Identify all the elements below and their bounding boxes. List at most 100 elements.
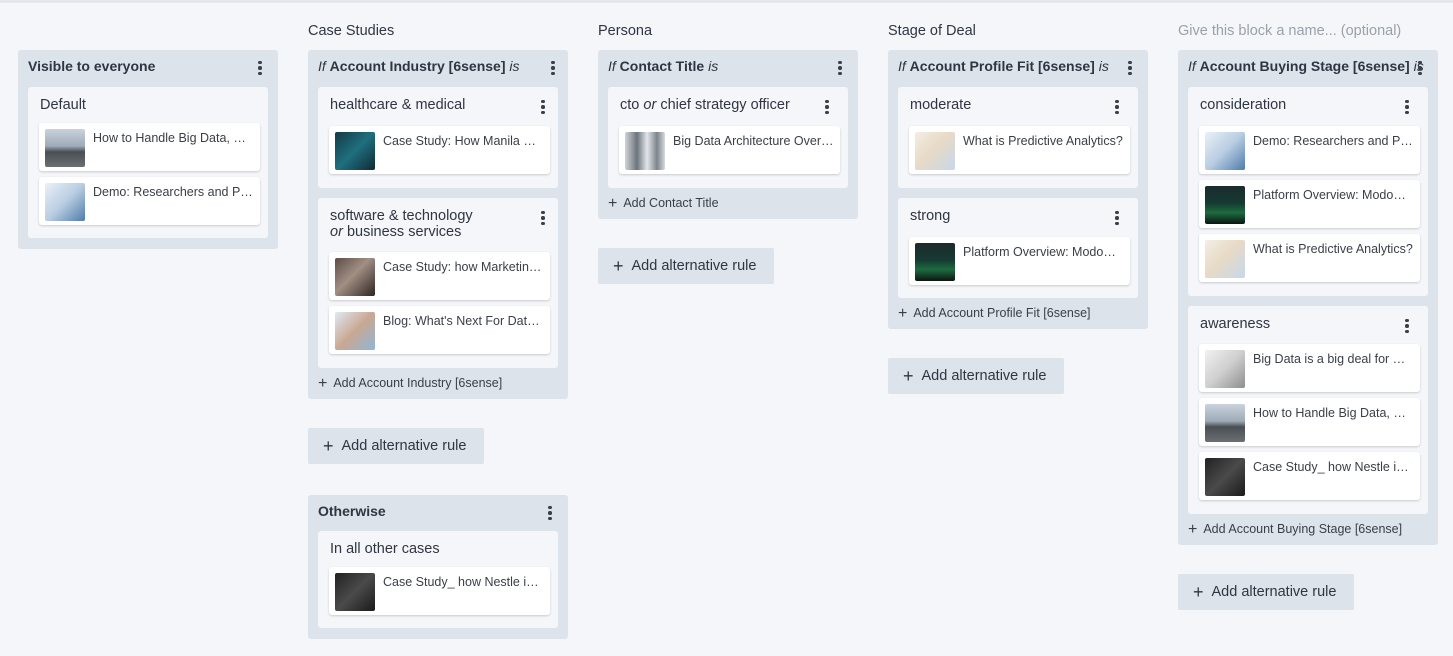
- rule-group-software: software & technology or business servic…: [318, 198, 558, 368]
- button-label: Add alternative rule: [341, 438, 467, 454]
- card-title: What is Predictive Analytics?: [1253, 242, 1413, 256]
- content-card[interactable]: Big Data is a big deal for marketing: [1199, 344, 1420, 392]
- condition-field[interactable]: Account Industry [6sense]: [330, 58, 506, 74]
- block-name-input[interactable]: Give this block a name... (optional): [1178, 23, 1401, 39]
- content-card[interactable]: Platform Overview: ModoMind: [909, 237, 1130, 285]
- rule-group-default: Default How to Handle Big Data, Before I…: [28, 87, 268, 238]
- add-label: Add Account Buying Stage [6sense]: [1203, 522, 1403, 536]
- rule-group-strong: strong Platform Overview: ModoMind: [898, 198, 1138, 298]
- card-title: Demo: Researchers and Physicians: [93, 185, 254, 199]
- card-thumbnail: [915, 243, 955, 281]
- button-label: Add alternative rule: [631, 258, 757, 274]
- block-title-case-studies[interactable]: Case Studies: [308, 23, 394, 39]
- add-condition-value-link[interactable]: + Add Account Buying Stage [6sense]: [1188, 520, 1402, 538]
- content-card[interactable]: What is Predictive Analytics?: [909, 126, 1130, 174]
- card-thumbnail: [335, 312, 375, 350]
- group-menu-icon[interactable]: [1400, 317, 1414, 335]
- add-condition-value-link[interactable]: + Add Contact Title: [608, 194, 719, 212]
- add-label: Add Account Industry [6sense]: [333, 376, 503, 390]
- panel-menu-icon[interactable]: [253, 59, 267, 77]
- card-title: Big Data Architecture Overview: [673, 134, 834, 148]
- is-word: is: [708, 58, 719, 74]
- card-thumbnail: [1205, 132, 1245, 170]
- account-buying-stage-panel: If Account Buying Stage [6sense] is cons…: [1178, 50, 1438, 545]
- content-card[interactable]: How to Handle Big Data, Before It Handle…: [39, 123, 260, 171]
- block-title-stage-of-deal[interactable]: Stage of Deal: [888, 23, 976, 39]
- card-title: Case Study: How Manila Health: [383, 134, 544, 148]
- group-value: chief strategy officer: [660, 97, 790, 113]
- plus-icon: +: [1188, 521, 1198, 538]
- plus-icon: +: [903, 365, 914, 386]
- panel-menu-icon[interactable]: [546, 59, 560, 77]
- group-title[interactable]: healthcare & medical: [330, 97, 465, 113]
- group-menu-icon[interactable]: [536, 209, 550, 227]
- content-card[interactable]: Demo: Researchers and Physicians: [39, 177, 260, 225]
- condition-field[interactable]: Account Profile Fit [6sense]: [910, 58, 1095, 74]
- group-title[interactable]: consideration: [1200, 97, 1286, 113]
- card-thumbnail: [1205, 458, 1245, 496]
- group-title[interactable]: moderate: [910, 97, 971, 113]
- plus-icon: +: [613, 255, 624, 276]
- group-menu-icon[interactable]: [820, 98, 834, 116]
- content-card[interactable]: Blog: What's Next For Data and AI: [329, 306, 550, 354]
- group-menu-icon[interactable]: [1110, 98, 1124, 116]
- group-title: In all other cases: [330, 541, 440, 557]
- card-title: Case Study: how Marketing Teams: [383, 260, 544, 274]
- panel-header: If Contact Title is: [608, 58, 848, 78]
- panel-menu-icon[interactable]: [1123, 59, 1137, 77]
- panel-header: If Account Profile Fit [6sense] is: [898, 58, 1138, 78]
- card-title: Platform Overview: ModoMind: [1253, 188, 1414, 202]
- plus-icon: +: [608, 195, 618, 212]
- add-condition-value-link[interactable]: + Add Account Industry [6sense]: [318, 374, 502, 392]
- panel-menu-icon[interactable]: [833, 59, 847, 77]
- panel-title: Otherwise: [318, 503, 386, 519]
- group-title: Default: [40, 97, 86, 113]
- panel-header: Otherwise: [318, 503, 558, 523]
- content-card[interactable]: Case Study: How Manila Health: [329, 126, 550, 174]
- group-menu-icon[interactable]: [1400, 98, 1414, 116]
- condition-field[interactable]: Contact Title: [620, 58, 705, 74]
- card-title: How to Handle Big Data, Before It Handle…: [93, 131, 254, 145]
- card-thumbnail: [335, 573, 375, 611]
- content-card[interactable]: What is Predictive Analytics?: [1199, 234, 1420, 282]
- panel-header: If Account Industry [6sense] is: [318, 58, 558, 78]
- card-title: Platform Overview: ModoMind: [963, 245, 1124, 259]
- top-divider: [0, 0, 1453, 3]
- rule-group-cto: cto or chief strategy officer Big Data A…: [608, 87, 848, 188]
- group-title[interactable]: awareness: [1200, 316, 1270, 332]
- group-menu-icon[interactable]: [536, 98, 550, 116]
- card-title: How to Handle Big Data, Before It Handle…: [1253, 406, 1414, 420]
- panel-menu-icon[interactable]: [1413, 59, 1427, 77]
- if-word: If: [608, 58, 616, 74]
- card-thumbnail: [45, 129, 85, 167]
- add-label: Add Account Profile Fit [6sense]: [913, 306, 1091, 320]
- group-title[interactable]: strong: [910, 208, 950, 224]
- panel-menu-icon[interactable]: [543, 504, 557, 522]
- add-alternative-rule-button[interactable]: + Add alternative rule: [308, 428, 484, 464]
- content-card[interactable]: Demo: Researchers and Physicians: [1199, 126, 1420, 174]
- group-value: cto: [620, 97, 640, 113]
- content-card[interactable]: Case Study_ how Nestle is Managing Data: [329, 567, 550, 615]
- content-card[interactable]: Case Study: how Marketing Teams: [329, 252, 550, 300]
- block-title-persona[interactable]: Persona: [598, 23, 652, 39]
- plus-icon: +: [323, 435, 334, 456]
- content-card[interactable]: Big Data Architecture Overview: [619, 126, 840, 174]
- card-thumbnail: [1205, 350, 1245, 388]
- condition-field[interactable]: Account Buying Stage [6sense]: [1200, 58, 1410, 74]
- add-condition-value-link[interactable]: + Add Account Profile Fit [6sense]: [898, 304, 1091, 322]
- rule-group-moderate: moderate What is Predictive Analytics?: [898, 87, 1138, 188]
- group-title[interactable]: cto or chief strategy officer: [620, 97, 790, 113]
- or-word: or: [330, 224, 343, 240]
- group-menu-icon[interactable]: [1110, 209, 1124, 227]
- group-title[interactable]: software & technology or business servic…: [330, 208, 473, 240]
- content-card[interactable]: Case Study_ how Nestle is Managing Data: [1199, 452, 1420, 500]
- add-alternative-rule-button[interactable]: + Add alternative rule: [598, 248, 774, 284]
- panel-header: Visible to everyone: [28, 58, 268, 78]
- content-card[interactable]: How to Handle Big Data, Before It Handle…: [1199, 398, 1420, 446]
- add-alternative-rule-button[interactable]: + Add alternative rule: [888, 358, 1064, 394]
- add-alternative-rule-button[interactable]: + Add alternative rule: [1178, 574, 1354, 610]
- content-card[interactable]: Platform Overview: ModoMind: [1199, 180, 1420, 228]
- plus-icon: +: [1193, 581, 1204, 602]
- card-thumbnail: [1205, 186, 1245, 224]
- rule-group-consideration: consideration Demo: Researchers and Phys…: [1188, 87, 1428, 296]
